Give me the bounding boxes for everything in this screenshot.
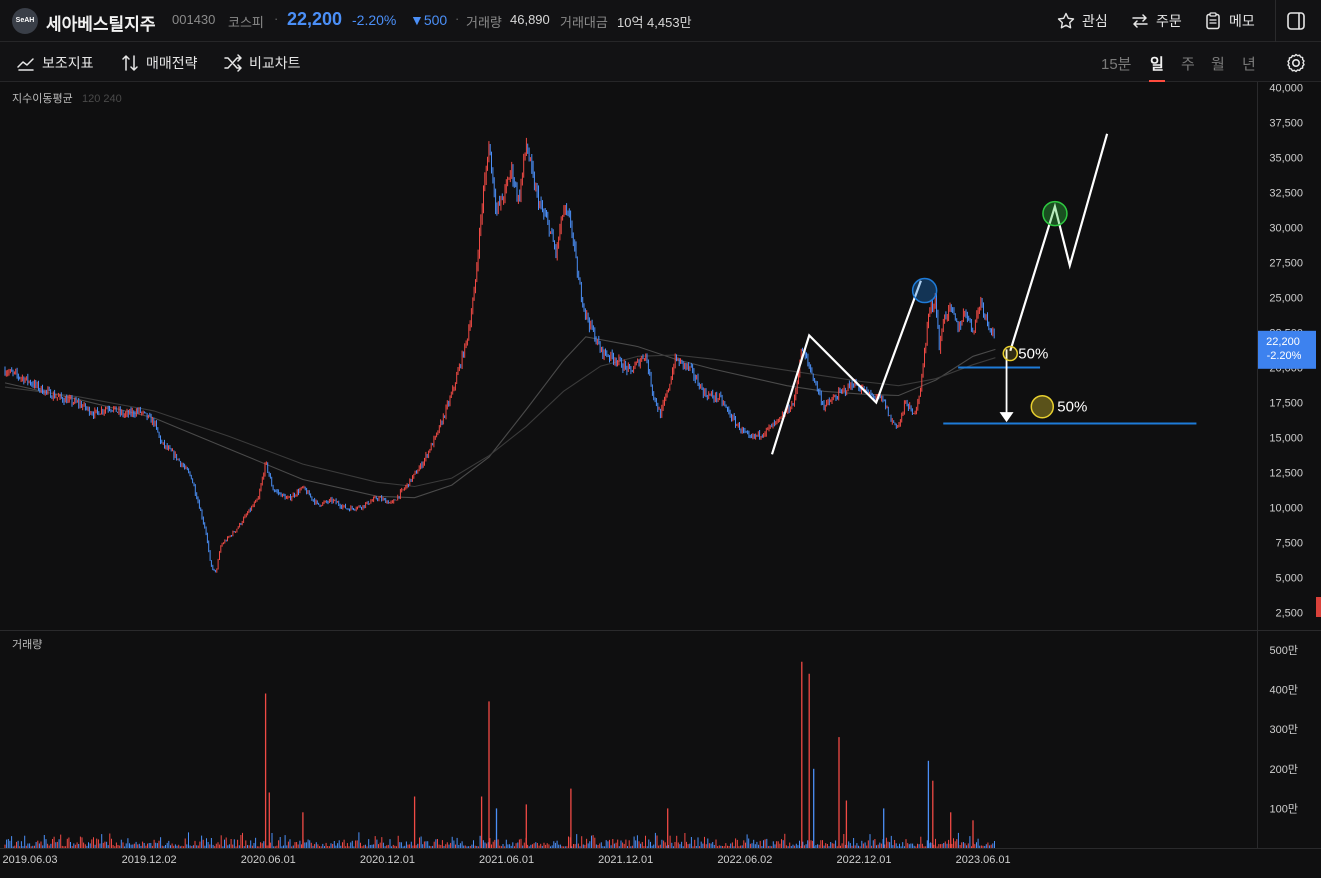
order-button[interactable]: 주문 bbox=[1130, 9, 1182, 33]
price-tick-label: 32,500 bbox=[1269, 188, 1303, 200]
divider bbox=[1275, 0, 1276, 42]
watch-button[interactable]: 관심 bbox=[1056, 9, 1108, 33]
star-icon bbox=[1057, 12, 1075, 29]
date-tick-label: 2019.12.02 bbox=[122, 854, 177, 866]
date-tick-label: 2020.12.01 bbox=[360, 854, 415, 866]
gear-icon[interactable] bbox=[1284, 51, 1308, 75]
volume-legend-title: 거래량 bbox=[12, 638, 42, 651]
change-percent: -2.20% bbox=[352, 12, 397, 28]
volume-tick-label: 300만 bbox=[1270, 723, 1298, 736]
clipboard-icon bbox=[1206, 12, 1220, 30]
market-name: 코스피 bbox=[228, 15, 264, 30]
price-tick-label: 27,500 bbox=[1269, 258, 1303, 270]
marker-circle bbox=[1030, 394, 1055, 419]
memo-button[interactable]: 메모 bbox=[1203, 9, 1255, 33]
price-tick-label: 2,500 bbox=[1275, 608, 1303, 620]
price-tick-label: 17,500 bbox=[1269, 398, 1303, 410]
price-tick-label: 5,000 bbox=[1275, 573, 1303, 585]
strategy-button[interactable]: 매매전략 bbox=[120, 52, 198, 74]
date-tick-label: 2023.06.01 bbox=[956, 854, 1011, 866]
volume-tick-label: 100만 bbox=[1270, 802, 1298, 815]
volume-tick-label: 400만 bbox=[1270, 684, 1298, 697]
volume-tick-label: 200만 bbox=[1270, 763, 1298, 776]
scroll-handle[interactable] bbox=[1316, 597, 1321, 617]
period-month[interactable]: 월 bbox=[1211, 53, 1225, 74]
date-tick-label: 2020.06.01 bbox=[241, 854, 296, 866]
ema-legend-title: 지수이동평균 bbox=[12, 92, 73, 105]
period-week[interactable]: 주 bbox=[1181, 53, 1195, 74]
indicator-label: 보조지표 bbox=[42, 55, 94, 71]
date-tick-label: 2021.12.01 bbox=[598, 854, 653, 866]
chart-toolbar: 보조지표 매매전략 비교차트 15분 일 주 월 년 bbox=[0, 42, 1321, 124]
price-tick-label: 35,000 bbox=[1269, 153, 1303, 165]
separator: · bbox=[274, 11, 279, 26]
stock-code: 001430 bbox=[172, 12, 216, 27]
price-tick-label: 25,000 bbox=[1269, 293, 1303, 305]
time-axis-ticks: 2019.06.03 2019.12.02 2020.06.01 2020.12.01… bbox=[2, 854, 1010, 866]
date-tick-label: 2022.12.01 bbox=[836, 854, 891, 866]
period-day[interactable]: 일 bbox=[1150, 53, 1164, 74]
volume-value: 46,890 bbox=[510, 12, 550, 27]
shuffle-icon bbox=[224, 54, 242, 72]
price-tick-label: 37,500 bbox=[1269, 118, 1303, 130]
stock-name: 세아베스틸지주 bbox=[46, 15, 156, 34]
price-tick-label: 12,500 bbox=[1269, 468, 1303, 480]
stock-header: SeAH 세아베스틸지주 001430 코스피 · 22,200 -2.20% … bbox=[0, 0, 1321, 42]
compare-label: 비교차트 bbox=[249, 55, 301, 71]
indicator-button[interactable]: 보조지표 bbox=[16, 52, 94, 74]
marker-circle bbox=[1042, 200, 1068, 227]
company-logo: SeAH bbox=[12, 8, 38, 34]
ema-legend-periods: 120 240 bbox=[82, 93, 122, 105]
current-price: 22,200 bbox=[287, 9, 343, 29]
level-label: 50% bbox=[1057, 399, 1087, 416]
compare-button[interactable]: 비교차트 bbox=[223, 52, 301, 74]
price-tick-label: 15,000 bbox=[1269, 433, 1303, 445]
separator: · bbox=[455, 11, 460, 26]
volume-label: 거래량 bbox=[466, 15, 502, 30]
price-tick-label: 40,000 bbox=[1269, 83, 1303, 95]
amount-value: 10억 4,453만 bbox=[617, 15, 692, 30]
level-label: 50% bbox=[1018, 346, 1048, 363]
price-tag-change: -2.20% bbox=[1267, 350, 1302, 362]
up-down-arrows-icon bbox=[122, 55, 138, 71]
memo-label: 메모 bbox=[1229, 13, 1255, 29]
date-tick-label: 2019.06.03 bbox=[2, 854, 57, 866]
period-year[interactable]: 년 bbox=[1242, 53, 1256, 74]
amount-label: 거래대금 bbox=[560, 15, 608, 30]
change-amount: ▼500 bbox=[410, 12, 448, 28]
period-15min[interactable]: 15분 bbox=[1101, 53, 1132, 74]
price-tick-label: 7,500 bbox=[1275, 538, 1303, 550]
split-panel-icon[interactable] bbox=[1284, 9, 1308, 33]
current-price-tag: 22,200 -2.20% bbox=[1258, 330, 1316, 369]
date-tick-label: 2021.06.01 bbox=[479, 854, 534, 866]
marker-circle bbox=[1002, 345, 1019, 362]
price-tick-label: 30,000 bbox=[1269, 223, 1303, 235]
strategy-label: 매매전략 bbox=[146, 55, 198, 71]
order-label: 주문 bbox=[1156, 13, 1182, 29]
date-tick-label: 2022.06.02 bbox=[717, 854, 772, 866]
price-tick-label: 10,000 bbox=[1269, 503, 1303, 515]
transfer-arrows-icon bbox=[1132, 14, 1148, 28]
watch-label: 관심 bbox=[1082, 13, 1108, 29]
indicator-icon bbox=[17, 58, 34, 71]
stock-chart[interactable]: 지수이동평균 120 240 거래량 50% 50% 40,000 37,500 35… bbox=[0, 82, 1321, 878]
marker-circle bbox=[911, 277, 938, 304]
price-tag-value: 22,200 bbox=[1266, 336, 1300, 348]
volume-tick-label: 500만 bbox=[1270, 644, 1298, 657]
